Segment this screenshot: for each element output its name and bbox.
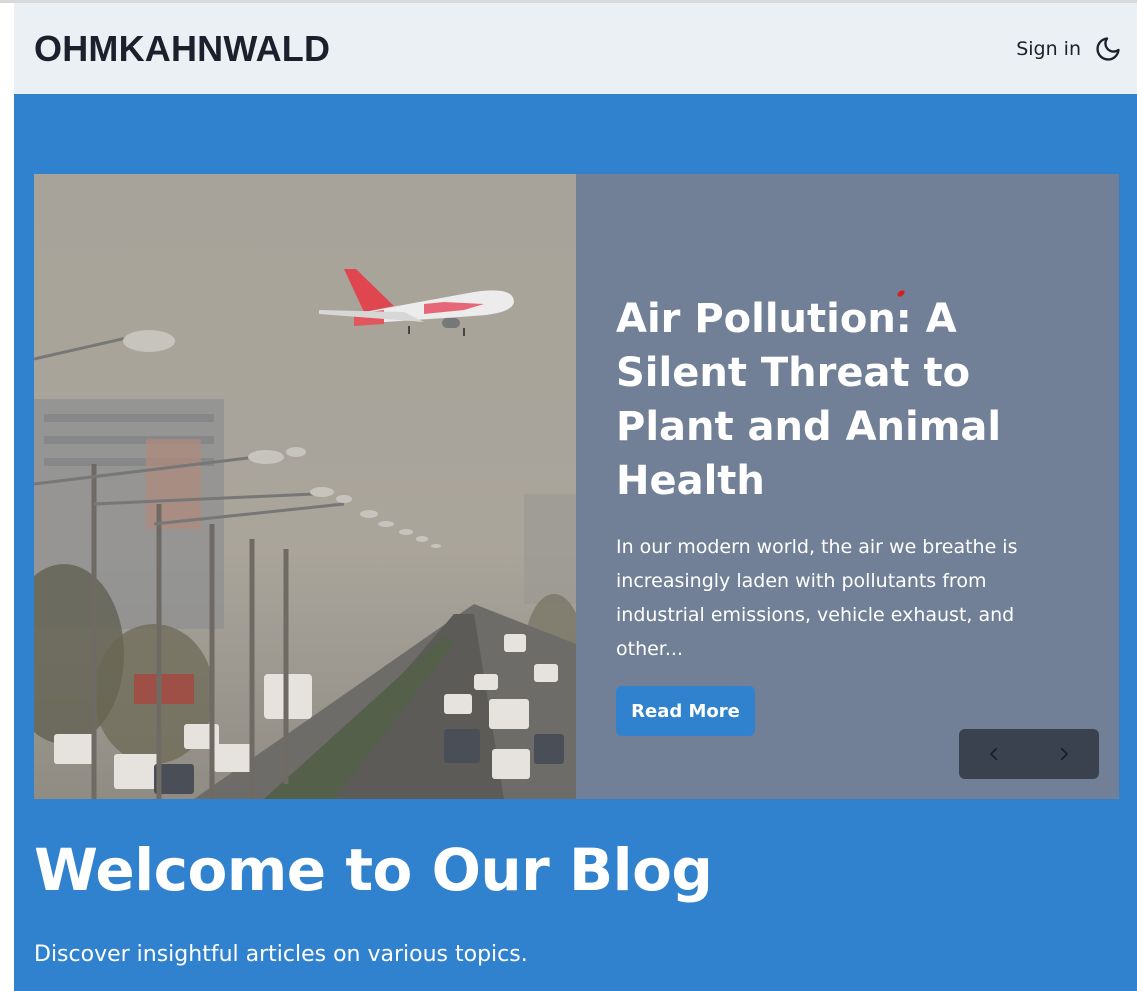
slide-image bbox=[34, 174, 576, 799]
featured-carousel: Air Pollution: A Silent Threat to Plant … bbox=[34, 174, 1119, 799]
site-brand[interactable]: OHMKAHNWALD bbox=[34, 28, 330, 70]
smoggy-city-airplane-image bbox=[34, 174, 576, 799]
slide-content-panel: Air Pollution: A Silent Threat to Plant … bbox=[576, 174, 1119, 799]
page-frame: OHMKAHNWALD Sign in Air Pollution: A Sil… bbox=[14, 3, 1137, 991]
carousel-controls bbox=[959, 729, 1099, 779]
theme-toggle-button[interactable] bbox=[1093, 34, 1123, 64]
chevron-left-icon bbox=[990, 747, 998, 761]
carousel-prev-button[interactable] bbox=[974, 734, 1014, 774]
hero-subtitle: Discover insightful articles on various … bbox=[34, 942, 528, 967]
hero-section: Air Pollution: A Silent Threat to Plant … bbox=[14, 94, 1137, 991]
sign-in-link[interactable]: Sign in bbox=[1016, 38, 1081, 60]
read-more-button[interactable]: Read More bbox=[616, 686, 755, 736]
slide-excerpt: In our modern world, the air we breathe … bbox=[616, 536, 1018, 660]
chevron-right-icon bbox=[1060, 747, 1068, 761]
moon-icon bbox=[1096, 36, 1120, 61]
slide-title[interactable]: Air Pollution: A Silent Threat to Plant … bbox=[616, 292, 1089, 508]
hero-title: Welcome to Our Blog bbox=[34, 836, 713, 904]
navbar-actions: Sign in bbox=[1016, 34, 1123, 64]
carousel-next-button[interactable] bbox=[1044, 734, 1084, 774]
navbar: OHMKAHNWALD Sign in bbox=[14, 3, 1137, 94]
